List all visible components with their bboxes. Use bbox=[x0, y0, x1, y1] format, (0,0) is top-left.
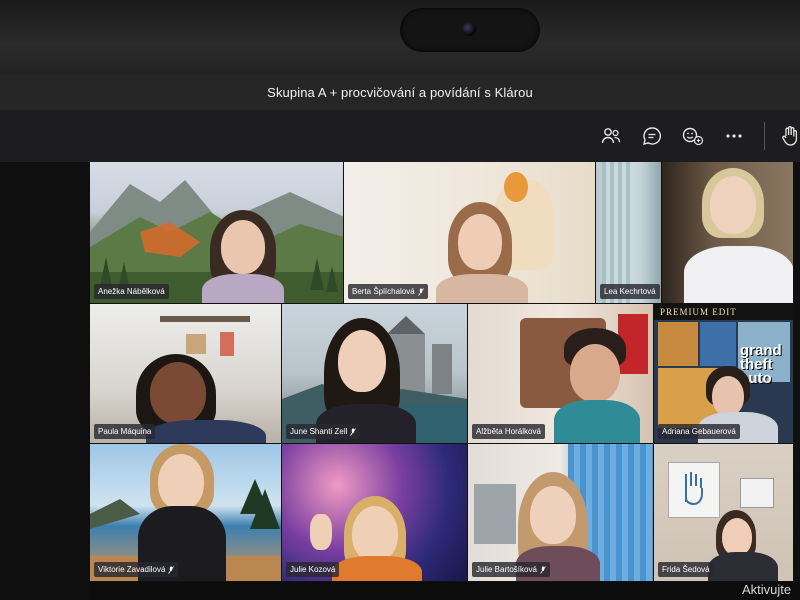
participant-tile[interactable]: Anežka Nábělková bbox=[90, 162, 344, 304]
laptop-bezel bbox=[0, 0, 800, 74]
participant-tile[interactable]: PREMIUM EDIT grand theft auto Adriana Ge… bbox=[654, 304, 794, 444]
participant-tile[interactable]: Julie Bartošíková bbox=[468, 444, 654, 582]
participant-name-tag: Julie Kozová bbox=[286, 562, 340, 577]
participant-name: Paula Máquina bbox=[98, 427, 152, 436]
wall-picture bbox=[740, 478, 774, 508]
participant-name: Frida Šedová bbox=[662, 565, 710, 574]
muted-mic-icon bbox=[417, 287, 424, 296]
toolbar-separator bbox=[764, 122, 765, 150]
participant-tile[interactable]: Alžběta Horálková bbox=[468, 304, 654, 444]
raised-hand bbox=[310, 514, 332, 550]
cat-ear bbox=[504, 172, 528, 202]
participant-name: Viktorie Zavadilová bbox=[98, 565, 166, 574]
participant-tile[interactable]: June Shanti Zell bbox=[282, 304, 468, 444]
right-edge bbox=[794, 162, 800, 600]
participant-name-tag: Adriana Gebauerová bbox=[658, 424, 740, 439]
shelf-item bbox=[220, 332, 234, 356]
more-options-icon[interactable] bbox=[722, 124, 746, 148]
meeting-title-bar: Skupina A + procvičování a povídání s Kl… bbox=[0, 74, 800, 110]
shelf-item bbox=[186, 334, 206, 354]
left-dark-area bbox=[0, 162, 90, 600]
participant-tile[interactable]: Lea Kechrtová bbox=[596, 162, 662, 304]
participant-name: Julie Bartošíková bbox=[476, 565, 537, 574]
muted-mic-icon bbox=[350, 427, 357, 436]
participant-name: Alžběta Horálková bbox=[476, 427, 541, 436]
participants-icon[interactable] bbox=[599, 124, 623, 148]
participant-name: Adriana Gebauerová bbox=[662, 427, 736, 436]
muted-mic-icon bbox=[540, 565, 546, 574]
participant-name-tag: Julie Bartošíková bbox=[472, 562, 550, 577]
participant-name-tag: Paula Máquina bbox=[94, 424, 156, 439]
participant-name-tag: Frida Šedová bbox=[658, 562, 714, 577]
hand-drawing-icon bbox=[685, 472, 703, 506]
participant-name-tag: June Shanti Zell bbox=[286, 424, 361, 439]
windows-activation-watermark: Aktivujte bbox=[742, 582, 792, 597]
participant-tile[interactable]: Julie Kozová bbox=[282, 444, 468, 582]
participant-name-tag: Lea Kechrtová bbox=[600, 284, 660, 299]
participant-tile[interactable]: Viktorie Zavadilová bbox=[90, 444, 282, 582]
reactions-icon[interactable] bbox=[681, 124, 705, 148]
chat-icon[interactable] bbox=[640, 124, 664, 148]
participant-tile[interactable]: Frida Šedová bbox=[654, 444, 794, 582]
meeting-title: Skupina A + procvičování a povídání s Kl… bbox=[267, 84, 533, 100]
participant-tile[interactable]: Paula Máquina bbox=[90, 304, 282, 444]
kitchen-shelf bbox=[160, 316, 250, 322]
bookshelf bbox=[474, 484, 516, 544]
participant-name-tag: Alžběta Horálková bbox=[472, 424, 545, 439]
poster-banner: PREMIUM EDIT bbox=[654, 304, 793, 320]
participant-name-tag: Viktorie Zavadilová bbox=[94, 562, 179, 577]
participant-name-tag: Berta Šplíchalová bbox=[348, 284, 428, 299]
poster-panel bbox=[658, 322, 698, 366]
participant-tile[interactable]: Berta Šplíchalová bbox=[344, 162, 596, 304]
participant-name: Anežka Nábělková bbox=[98, 287, 165, 296]
participant-name: Lea Kechrtová bbox=[604, 287, 656, 296]
participant-tile[interactable] bbox=[662, 162, 794, 304]
curtain bbox=[602, 162, 632, 303]
bottom-strip bbox=[90, 582, 800, 600]
meeting-toolbar bbox=[0, 110, 800, 162]
muted-mic-icon bbox=[168, 565, 175, 574]
participant-name-tag: Anežka Nábělková bbox=[94, 284, 169, 299]
webcam-lens bbox=[462, 22, 476, 36]
participant-name: Julie Kozová bbox=[290, 565, 336, 574]
participant-name: June Shanti Zell bbox=[290, 427, 348, 436]
poster-panel bbox=[700, 322, 736, 366]
participant-name: Berta Šplíchalová bbox=[352, 287, 415, 296]
raise-hand-icon[interactable] bbox=[778, 124, 800, 148]
